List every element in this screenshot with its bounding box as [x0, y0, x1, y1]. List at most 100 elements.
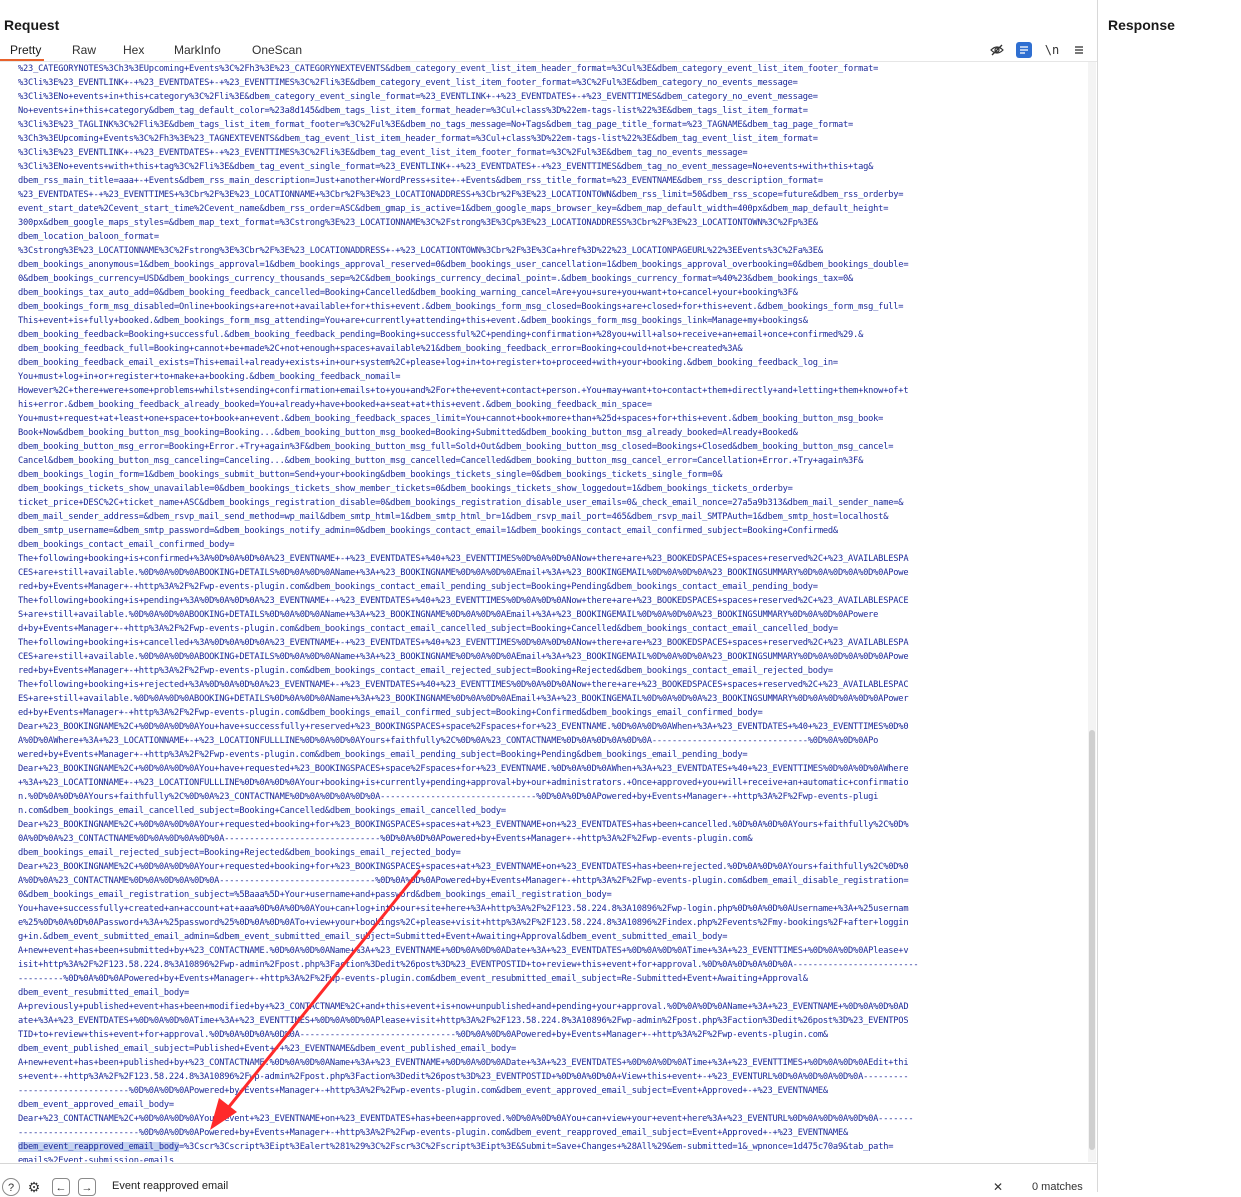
- code-line: No+events+in+this+category&dbem_tag_defa…: [18, 106, 808, 116]
- code-line: %3Cli%3ENo+events+with+this+tag%3C%2Fli%…: [18, 162, 874, 172]
- code-line: g+in.&dbem_event_submitted_email_admin=&…: [18, 932, 728, 942]
- code-line: %23_EVENTDATES+-+%23_EVENTTIMES+%3Cbr%2F…: [18, 190, 904, 200]
- code-line: The+following+booking+is+confirmed+%3A%0…: [18, 554, 909, 564]
- code-line: %3Cli%3ENo+events+in+this+category%3C%2F…: [18, 92, 818, 102]
- format-icon[interactable]: [1016, 42, 1032, 58]
- code-line: dbem_bookings_anonymous=1&dbem_bookings_…: [18, 260, 909, 270]
- newline-icon[interactable]: \n: [1044, 42, 1060, 58]
- code-line: dbem_bookings_email_rejected_subject=Boo…: [18, 848, 461, 858]
- code-line: ---------%0D%0A%0D%0APowered+by+Events+M…: [18, 974, 808, 984]
- code-line: n.com&dbem_bookings_email_cancelled_subj…: [18, 806, 506, 816]
- code-line: You+must+request+at+least+one+space+to+b…: [18, 414, 884, 424]
- code-line: You+have+successfully+created+an+account…: [18, 904, 909, 914]
- code-line: Cancel&dbem_booking_button_msg_canceling…: [18, 456, 864, 466]
- code-line: %3Cli%3E%23_EVENTLINK+-+%23_EVENTDATES+-…: [18, 78, 798, 88]
- response-panel: Response: [1098, 0, 1241, 1192]
- tab-raw[interactable]: Raw: [70, 43, 98, 57]
- code-line: red+by+Events+Manager+-+http%3A%2F%2Fwp-…: [18, 582, 818, 592]
- code-line: dbem_booking_button_msg_error=Booking+Er…: [18, 442, 894, 452]
- code-line: ES+are+still+available.%0D%0A%0D%0ABOOKI…: [18, 694, 909, 704]
- code-line: ticket_price+DESC%2C+ticket_name+ASC&dbe…: [18, 498, 904, 508]
- code-line: isit+http%3A%2F%2F123.58.224.8%3A10896%2…: [18, 960, 919, 970]
- code-line: A%0D%0AWhere+%3A+%23_LOCATIONNAME+-+%23_…: [18, 736, 879, 746]
- code-line: The+following+booking+is+pending+%3A%0D%…: [18, 596, 909, 606]
- forward-icon[interactable]: →: [78, 1178, 96, 1196]
- request-tabs: Pretty Raw Hex MarkInfo OneScan: [0, 40, 1097, 62]
- code-line: CES+are+still+available.%0D%0A%0D%0ABOOK…: [18, 652, 909, 662]
- highlighted-param: dbem_event_reapproved_email_body: [18, 1142, 179, 1152]
- code-line: dbem_booking_feedback_email_exists=This+…: [18, 358, 838, 368]
- code-line: TID+to+review+this+event+for+approval.%0…: [18, 1030, 828, 1040]
- code-line: Dear+%23_BOOKINGNAME%2C+%0D%0A%0D%0AYour…: [18, 820, 909, 830]
- settings-icon[interactable]: ⚙: [25, 1178, 43, 1196]
- code-line: Dear+%23_CONTACTNAME%2C+%0D%0A%0D%0AYour…: [18, 1114, 914, 1124]
- request-title: Request: [4, 17, 60, 33]
- search-input[interactable]: [110, 1176, 1014, 1196]
- code-line: +%3A+%23_LOCATIONNAME+-+%23_LOCATIONFULL…: [18, 778, 909, 788]
- tab-markinfo[interactable]: MarkInfo: [172, 43, 223, 57]
- code-line: red+by+Events+Manager+-+http%3A%2F%2Fwp-…: [18, 666, 833, 676]
- code-line: dbem_event_approved_email_body=: [18, 1100, 174, 1110]
- code-line: A+previously+published+event+has+been+mo…: [18, 1002, 909, 1012]
- code-line: dbem_event_published_email_subject=Publi…: [18, 1044, 517, 1054]
- eye-off-icon[interactable]: [989, 42, 1005, 58]
- code-line: ed+by+Events+Manager+-+http%3A%2F%2Fwp-e…: [18, 708, 763, 718]
- code-line: n.%0D%0A%0D%0AYours+faithfully%2C%0D%0A%…: [18, 792, 879, 802]
- code-line: ate+%3A+%23_EVENTDATES+%0D%0A%0D%0ATime+…: [18, 1016, 909, 1026]
- code-line: The+following+booking+is+rejected+%3A%0D…: [18, 680, 909, 690]
- code-line: dbem_event_resubmitted_email_body=: [18, 988, 190, 998]
- code-line-rest: =%3Cscr%3Cscript%3Eipt%3Ealert%281%29%3C…: [178, 1142, 894, 1152]
- code-line: Dear+%23_BOOKINGNAME%2C+%0D%0A%0D%0AYou+…: [18, 764, 909, 774]
- request-body-editor[interactable]: %23_CATEGORYNOTES%3Ch3%3EUpcoming+Events…: [0, 62, 1084, 1162]
- code-line: dbem_bookings_tax_auto_add=0&dbem_bookin…: [18, 288, 798, 298]
- vertical-scrollbar-thumb[interactable]: [1089, 730, 1095, 1150]
- code-line: This+event+is+fully+booked.&dbem_booking…: [18, 316, 808, 326]
- code-line: You+must+log+in+or+register+to+make+a+bo…: [18, 372, 401, 382]
- code-line: dbem_bookings_contact_email_confirmed_bo…: [18, 540, 235, 550]
- code-line: dbem_mail_sender_address=&dbem_rsvp_mail…: [18, 512, 889, 522]
- code-line: %3Cstrong%3E%23_LOCATIONNAME%3C%2Fstrong…: [18, 246, 823, 256]
- code-line: %3Cli%3E%23_TAGLINK%3C%2Fli%3E&dbem_tags…: [18, 120, 854, 130]
- tab-onescan[interactable]: OneScan: [250, 43, 304, 57]
- menu-icon[interactable]: [1071, 42, 1087, 58]
- code-line: dbem_bookings_login_form=1&dbem_bookings…: [18, 470, 723, 480]
- code-line: dbem_bookings_tickets_show_unavailable=0…: [18, 484, 793, 494]
- search-bar: ? ⚙ ← → ✕ 0 matches: [0, 1163, 1097, 1196]
- code-line: dbem_location_baloon_format=: [18, 232, 159, 242]
- match-count: 0 matches: [1032, 1181, 1083, 1193]
- code-line: e%25%0D%0A%0D%0APassword+%3A+%25password…: [18, 918, 909, 928]
- code-line: dbem_smtp_username=&dbem_smtp_password=&…: [18, 526, 838, 536]
- request-body-text: %23_CATEGORYNOTES%3Ch3%3EUpcoming+Events…: [0, 62, 1084, 1162]
- response-title: Response: [1108, 17, 1175, 33]
- code-line: d+by+Events+Manager+-+http%3A%2F%2Fwp-ev…: [18, 624, 838, 634]
- code-line: 0A%0D%0A%23_CONTACTNAME%0D%0A%0D%0A%0D%0…: [18, 834, 753, 844]
- code-line: The+following+booking+is+cancelled+%3A%0…: [18, 638, 909, 648]
- code-line: 0&dbem_bookings_currency=USD&dbem_bookin…: [18, 274, 854, 284]
- code-line: A+new+event+has+been+submitted+by+%23_CO…: [18, 946, 909, 956]
- code-line: %23_CATEGORYNOTES%3Ch3%3EUpcoming+Events…: [18, 64, 879, 74]
- code-line: CES+are+still+available.%0D%0A%0D%0ABOOK…: [18, 568, 909, 578]
- code-line: dbem_bookings_form_msg_disabled=Online+b…: [18, 302, 904, 312]
- code-line: event_start_date%2Cevent_start_time%2Cev…: [18, 204, 889, 214]
- code-line: wered+by+Events+Manager+-+http%3A%2F%2Fw…: [18, 750, 748, 760]
- code-line: A+new+event+has+been+published+by+%23_CO…: [18, 1058, 909, 1068]
- code-line: Dear+%23_BOOKINGNAME%2C+%0D%0A%0D%0AYou+…: [18, 722, 909, 732]
- code-line: %3Ch3%3EUpcoming+Events%3C%2Fh3%3E%23_TA…: [18, 134, 818, 144]
- tab-hex[interactable]: Hex: [121, 43, 146, 57]
- code-line: ----------------------%0D%0A%0D%0APowere…: [18, 1086, 828, 1096]
- code-line: Book+Now&dbem_booking_button_msg_booking…: [18, 428, 798, 438]
- code-line: Dear+%23_BOOKINGNAME%2C+%0D%0A%0D%0AYour…: [18, 862, 909, 872]
- code-line: emails%2Event-submission-emails: [18, 1156, 174, 1162]
- code-line: %3Cli%3E%23_EVENTLINK+-+%23_EVENTDATES+-…: [18, 148, 748, 158]
- code-line: dbem_booking_feedback=Booking+successful…: [18, 330, 864, 340]
- code-line: S+are+still+available.%0D%0A%0D%0ABOOKIN…: [18, 610, 879, 620]
- code-line: dbem_booking_feedback_full=Booking+canno…: [18, 344, 743, 354]
- back-icon[interactable]: ←: [52, 1178, 70, 1196]
- help-icon[interactable]: ?: [2, 1178, 20, 1196]
- tab-pretty[interactable]: Pretty: [8, 43, 43, 57]
- code-line: s+event+-+http%3A%2F%2F123.58.224.8%3A10…: [18, 1072, 909, 1082]
- code-line: However%2C+there+were+some+problems+whil…: [18, 386, 909, 396]
- request-toolbar: \n: [989, 42, 1089, 58]
- code-line: ------------------------%0D%0A%0D%0APowe…: [18, 1128, 849, 1138]
- code-line: his+error.&dbem_booking_feedback_already…: [18, 400, 652, 410]
